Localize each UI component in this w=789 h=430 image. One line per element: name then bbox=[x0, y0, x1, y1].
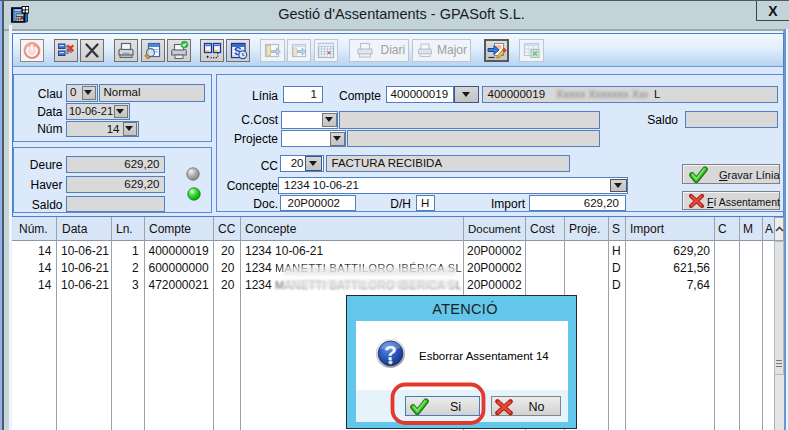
svg-text:?: ? bbox=[384, 340, 397, 363]
